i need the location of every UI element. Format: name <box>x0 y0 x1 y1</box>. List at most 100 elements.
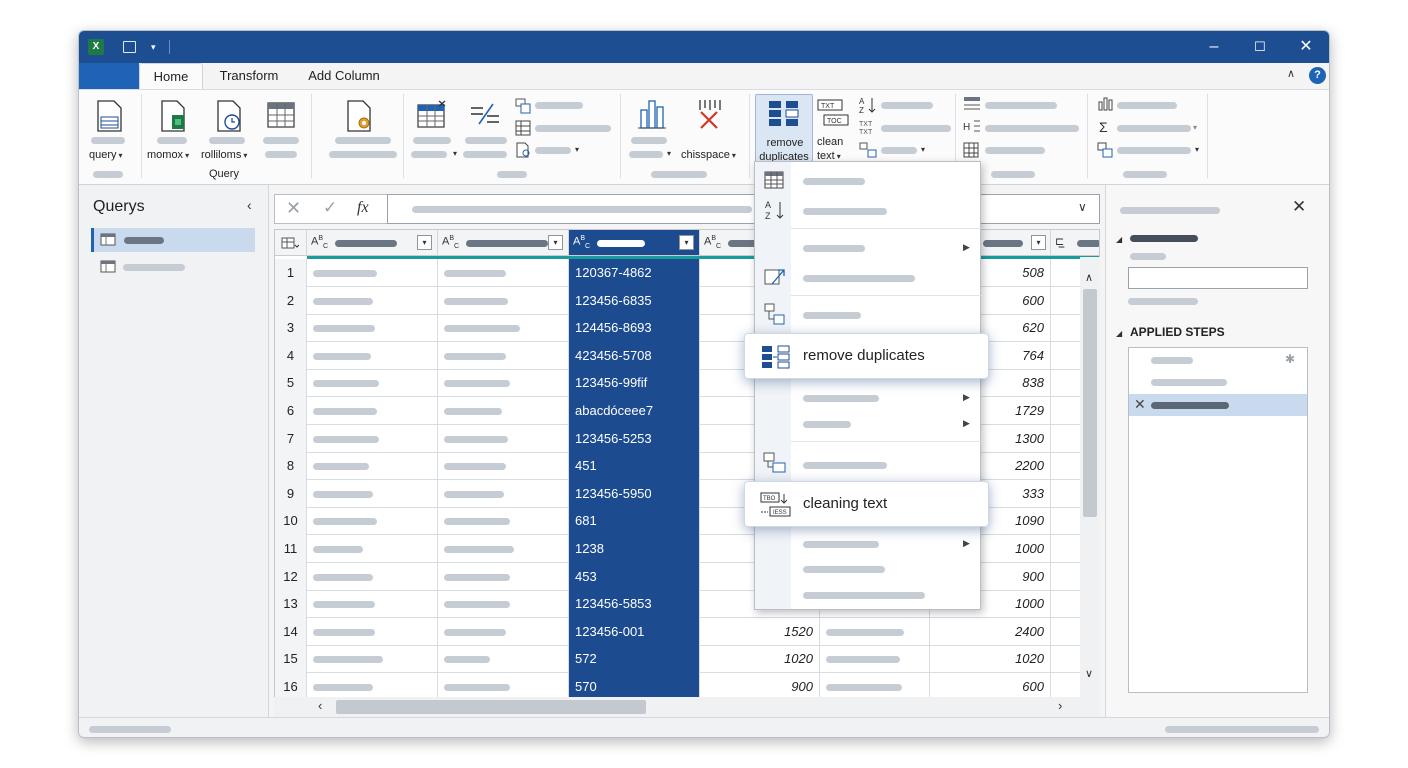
grid-cell[interactable] <box>438 617 569 646</box>
grid-cell[interactable] <box>307 424 438 453</box>
selected-column-cell[interactable]: 451 <box>569 452 700 481</box>
column-filter-button[interactable]: ▾ <box>548 235 563 250</box>
column-header-2[interactable]: ABC ▾ <box>438 230 569 256</box>
cancel-formula-icon[interactable]: ✕ <box>286 198 301 219</box>
split-column-button[interactable]: ▾ <box>627 92 677 167</box>
grid-cell[interactable] <box>438 424 569 453</box>
choose-columns-button[interactable]: ▾ <box>409 92 459 167</box>
row-number[interactable]: 11 <box>275 535 307 563</box>
selected-column-cell[interactable]: 124456-8693 <box>569 314 700 343</box>
vertical-scroll-thumb[interactable] <box>1083 289 1097 517</box>
text-type-icon[interactable]: ABC <box>704 235 721 250</box>
row-number[interactable]: 7 <box>275 424 307 453</box>
row-number[interactable]: 13 <box>275 590 307 619</box>
query-item-selected[interactable] <box>91 228 255 252</box>
selected-column-cell[interactable]: 123456-99fif <box>569 369 700 398</box>
table-row[interactable]: 14 123456-001 1520 2400 <box>275 617 1099 646</box>
menu-item[interactable] <box>791 168 981 192</box>
menu-item-submenu[interactable]: ▶ <box>791 386 981 410</box>
grid-cell[interactable] <box>438 341 569 370</box>
collapse-queries-icon[interactable]: ‹ <box>247 197 252 213</box>
query-name-input[interactable] <box>1128 267 1308 289</box>
row-number[interactable]: 5 <box>275 369 307 398</box>
help-icon[interactable]: ? <box>1309 67 1326 84</box>
grid-cell[interactable] <box>438 369 569 398</box>
maximize-button[interactable]: ☐ <box>1240 37 1280 57</box>
rolliloms-button[interactable]: rolliloms ▾ <box>199 92 257 167</box>
text-type-icon[interactable]: ABC <box>311 235 328 250</box>
enter-data-button[interactable] <box>259 92 305 167</box>
grid-cell[interactable] <box>307 259 438 287</box>
column-filter-button[interactable]: ▾ <box>417 235 432 250</box>
column-header-7[interactable]: ⊏̲ <box>1051 230 1099 256</box>
menu-item[interactable] <box>791 558 981 582</box>
vertical-scrollbar[interactable]: ∧ ∨ <box>1080 257 1100 717</box>
grid-cell[interactable] <box>307 562 438 591</box>
text-type-icon[interactable]: ABC <box>573 235 590 250</box>
grid-cell[interactable] <box>820 645 930 674</box>
tab-transform[interactable]: Transform <box>209 63 289 89</box>
scroll-left-icon[interactable]: ‹ <box>318 698 322 713</box>
remove-duplicates-menu-item[interactable]: remove duplicates <box>744 333 989 379</box>
horizontal-scroll-thumb[interactable] <box>336 700 646 714</box>
formula-input[interactable]: ∨ <box>387 194 1100 224</box>
row-number[interactable]: 8 <box>275 452 307 481</box>
selected-column-cell[interactable]: 123456-6835 <box>569 286 700 315</box>
selected-column-cell[interactable]: abacdóceee7 <box>569 397 700 425</box>
column-header-selected[interactable]: ABC ▾ <box>569 230 700 256</box>
table-row[interactable]: 15 572 1020 1020 <box>275 645 1099 674</box>
grid-cell[interactable] <box>307 369 438 398</box>
remove-duplicates-button[interactable]: remove duplicates <box>755 94 813 168</box>
close-settings-icon[interactable]: ✕ <box>1292 197 1306 217</box>
grid-cell[interactable] <box>438 645 569 674</box>
close-button[interactable]: ✕ <box>1286 37 1326 57</box>
chisspace-button[interactable]: chisspace ▾ <box>679 92 745 167</box>
momox-button[interactable]: momox ▾ <box>145 92 199 167</box>
step-settings-gear-icon[interactable]: ✱ <box>1285 352 1295 366</box>
expand-formula-icon[interactable]: ∨ <box>1078 200 1087 214</box>
selected-column-cell[interactable]: 123456-5950 <box>569 479 700 508</box>
grid-cell[interactable] <box>307 452 438 481</box>
row-number[interactable]: 1 <box>275 259 307 287</box>
scroll-up-icon[interactable]: ∧ <box>1085 271 1093 284</box>
collapse-properties-icon[interactable]: ◢ <box>1116 235 1122 244</box>
grid-cell[interactable] <box>820 617 930 646</box>
grid-cell[interactable]: 1020 <box>700 645 820 674</box>
row-number[interactable]: 3 <box>275 314 307 343</box>
minimize-button[interactable]: – <box>1194 37 1234 57</box>
grid-cell[interactable] <box>307 286 438 315</box>
cleaning-text-menu-item[interactable]: TBO IESS cleaning text <box>744 481 989 527</box>
selected-column-cell[interactable]: 123456-001 <box>569 617 700 646</box>
applied-step[interactable]: ✱ <box>1129 350 1307 370</box>
selected-column-cell[interactable]: 423456-5708 <box>569 341 700 370</box>
grid-cell[interactable] <box>307 341 438 370</box>
grid-cell[interactable] <box>307 314 438 343</box>
row-number[interactable]: 6 <box>275 397 307 425</box>
remove-rows-button[interactable] <box>461 92 513 167</box>
menu-item[interactable] <box>791 304 981 328</box>
column-header-1[interactable]: ABC ▾ <box>307 230 438 256</box>
row-number[interactable]: 4 <box>275 341 307 370</box>
grid-cell[interactable] <box>438 452 569 481</box>
applied-step-selected[interactable]: ✕ <box>1129 394 1307 416</box>
row-number[interactable]: 12 <box>275 562 307 591</box>
menu-item-submenu[interactable]: ▶ <box>791 236 981 260</box>
grid-cell[interactable] <box>438 314 569 343</box>
grid-cell[interactable] <box>438 507 569 536</box>
selected-column-cell[interactable]: 453 <box>569 562 700 591</box>
row-number[interactable]: 15 <box>275 645 307 674</box>
query-item[interactable] <box>91 256 255 278</box>
applied-step[interactable] <box>1129 372 1307 392</box>
menu-item[interactable] <box>791 266 981 290</box>
tab-home[interactable]: Home <box>139 63 203 89</box>
grid-cell[interactable] <box>307 617 438 646</box>
row-number[interactable]: 9 <box>275 479 307 508</box>
grid-cell[interactable] <box>307 507 438 536</box>
column-type-icon[interactable]: ⊏̲ <box>1055 235 1064 248</box>
row-number[interactable]: 10 <box>275 507 307 536</box>
grid-cell[interactable] <box>438 562 569 591</box>
value-cell[interactable]: 1020 <box>930 645 1051 674</box>
grid-cell[interactable] <box>438 286 569 315</box>
selected-column-cell[interactable]: 123456-5253 <box>569 424 700 453</box>
grid-cell[interactable] <box>438 535 569 563</box>
